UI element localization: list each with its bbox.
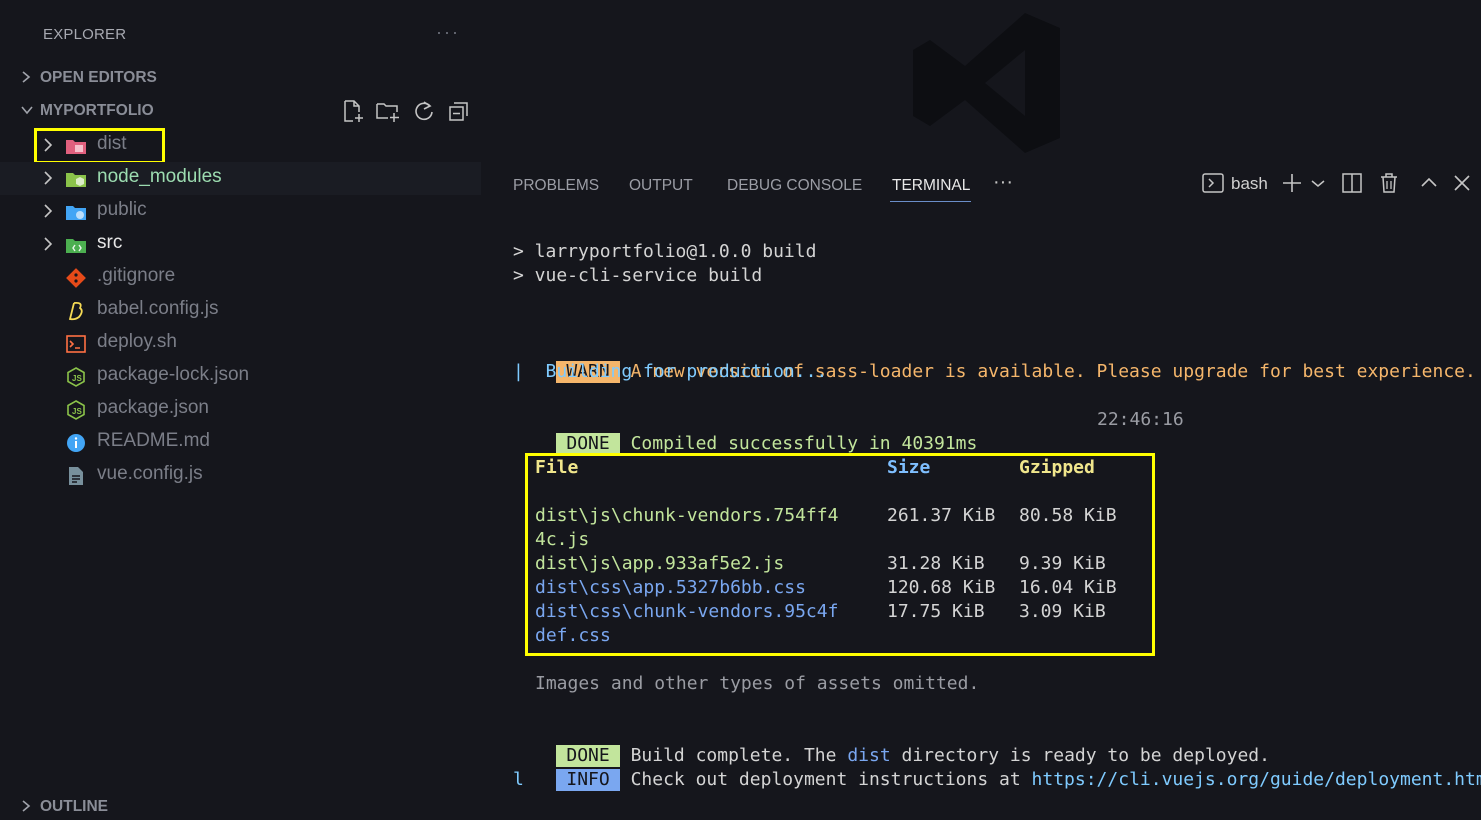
- open-editors-label: OPEN EDITORS: [40, 69, 157, 86]
- terminal-line-building: | Building for production...: [513, 360, 827, 384]
- vscode-logo-watermark-icon: [913, 13, 1060, 153]
- trash-icon[interactable]: [1377, 171, 1401, 195]
- chevron-down-icon[interactable]: [1306, 171, 1330, 195]
- split-terminal-icon[interactable]: [1340, 171, 1364, 195]
- tree-item-readme[interactable]: README.md: [0, 426, 481, 459]
- new-terminal-icon[interactable]: [1280, 171, 1304, 195]
- svg-text:JS: JS: [72, 374, 82, 383]
- compiled-text: Compiled successfully in 40391ms: [630, 433, 978, 454]
- outline-section[interactable]: OUTLINE: [20, 798, 108, 816]
- tree-item-label: node_modules: [97, 166, 222, 187]
- folder-public-icon: [66, 206, 86, 220]
- chevron-right-icon: [20, 70, 40, 87]
- config-file-icon: [69, 467, 83, 485]
- info-badge: INFO: [556, 769, 620, 791]
- tree-item-label: README.md: [97, 430, 210, 451]
- info-icon: [67, 434, 85, 452]
- babel-icon: [68, 301, 83, 321]
- folder-node-icon: [66, 173, 86, 187]
- chevron-right-icon: [44, 204, 53, 218]
- tree-item-gitignore[interactable]: .gitignore: [0, 261, 481, 294]
- chevron-right-icon: [44, 237, 53, 251]
- highlight-box-dist: [34, 128, 165, 164]
- tree-item-label: src: [97, 232, 123, 253]
- explorer-sidebar: EXPLORER ··· OPEN EDITORS MYPORTFOLIO di…: [0, 0, 481, 820]
- new-file-icon[interactable]: [340, 98, 366, 124]
- terminal-line-info: INFO Check out deployment instructions a…: [513, 744, 1481, 791]
- tree-item-label: package.json: [97, 397, 209, 418]
- project-label: MYPORTFOLIO: [40, 102, 154, 119]
- tree-item-label: vue.config.js: [97, 463, 203, 484]
- collapse-all-icon[interactable]: [447, 98, 473, 124]
- done-badge: DONE: [556, 433, 620, 455]
- nodejs-icon: JS: [67, 367, 85, 387]
- terminal-line-cmd1: > larryportfolio@1.0.0 build: [513, 241, 817, 262]
- project-section[interactable]: MYPORTFOLIO: [20, 102, 154, 120]
- folder-src-icon: [66, 239, 86, 253]
- building-text: | Building for production...: [513, 361, 828, 382]
- tab-debug-console[interactable]: DEBUG CONSOLE: [727, 177, 862, 195]
- chevron-right-icon: [44, 171, 53, 185]
- info-text: Check out deployment instructions at: [630, 769, 1032, 790]
- panel-more-icon[interactable]: ···: [993, 171, 1013, 194]
- terminal-line-cmd2: > vue-cli-service build: [513, 265, 763, 286]
- explorer-more-icon[interactable]: ···: [436, 22, 460, 43]
- explorer-title: EXPLORER: [43, 26, 127, 43]
- outline-label: OUTLINE: [40, 798, 109, 815]
- terminal-line-build-complete: DONE Build complete. The dist directory …: [513, 720, 1270, 767]
- terminal-line-compiled: DONE Compiled successfully in 40391ms: [513, 408, 977, 455]
- tree-item-deploy-sh[interactable]: deploy.sh: [0, 327, 481, 360]
- tree-item-vue-config[interactable]: vue.config.js: [0, 459, 481, 492]
- tree-item-label: .gitignore: [97, 265, 176, 286]
- tree-item-label: babel.config.js: [97, 298, 219, 319]
- terminal-shell-name[interactable]: bash: [1231, 174, 1268, 194]
- tree-item-babel-config[interactable]: babel.config.js: [0, 294, 481, 327]
- tab-problems[interactable]: PROBLEMS: [513, 177, 599, 195]
- new-folder-icon[interactable]: [375, 98, 401, 124]
- panel-tab-bar: PROBLEMS OUTPUT DEBUG CONSOLE TERMINAL ·…: [481, 165, 1481, 210]
- chevron-down-icon: [20, 103, 40, 119]
- tree-item-label: public: [97, 199, 147, 220]
- close-panel-icon[interactable]: [1450, 171, 1474, 195]
- tree-item-package-json[interactable]: JS package.json: [0, 393, 481, 426]
- deployment-link-wrap[interactable]: l: [513, 768, 524, 792]
- tree-item-label: package-lock.json: [97, 364, 250, 385]
- highlight-box-assets-table: [525, 453, 1155, 656]
- terminal-icon: [1202, 173, 1224, 193]
- open-editors-section[interactable]: OPEN EDITORS: [20, 69, 157, 87]
- refresh-icon[interactable]: [411, 98, 437, 124]
- tree-item-package-lock[interactable]: JS package-lock.json: [0, 360, 481, 393]
- tab-terminal[interactable]: TERMINAL: [892, 177, 970, 195]
- tree-item-node-modules[interactable]: node_modules: [0, 162, 481, 195]
- deployment-link[interactable]: https://cli.vuejs.org/guide/deployment.h…: [1032, 769, 1481, 790]
- tree-item-public[interactable]: public: [0, 195, 481, 228]
- terminal-line-warn: WARN A new version of sass-loader is ava…: [513, 336, 1476, 383]
- tree-item-src[interactable]: src: [0, 228, 481, 261]
- tab-output[interactable]: OUTPUT: [629, 177, 693, 195]
- build-timestamp: 22:46:16: [1097, 409, 1184, 430]
- active-tab-indicator: [890, 201, 971, 202]
- nodejs-icon: JS: [67, 400, 85, 420]
- svg-text:JS: JS: [72, 407, 82, 416]
- chevron-right-icon: [20, 799, 40, 816]
- assets-omitted-note: Images and other types of assets omitted…: [535, 673, 980, 694]
- tree-item-label: deploy.sh: [97, 331, 177, 352]
- maximize-panel-icon[interactable]: [1417, 171, 1441, 195]
- shell-icon: [66, 335, 86, 353]
- git-icon: [66, 268, 86, 288]
